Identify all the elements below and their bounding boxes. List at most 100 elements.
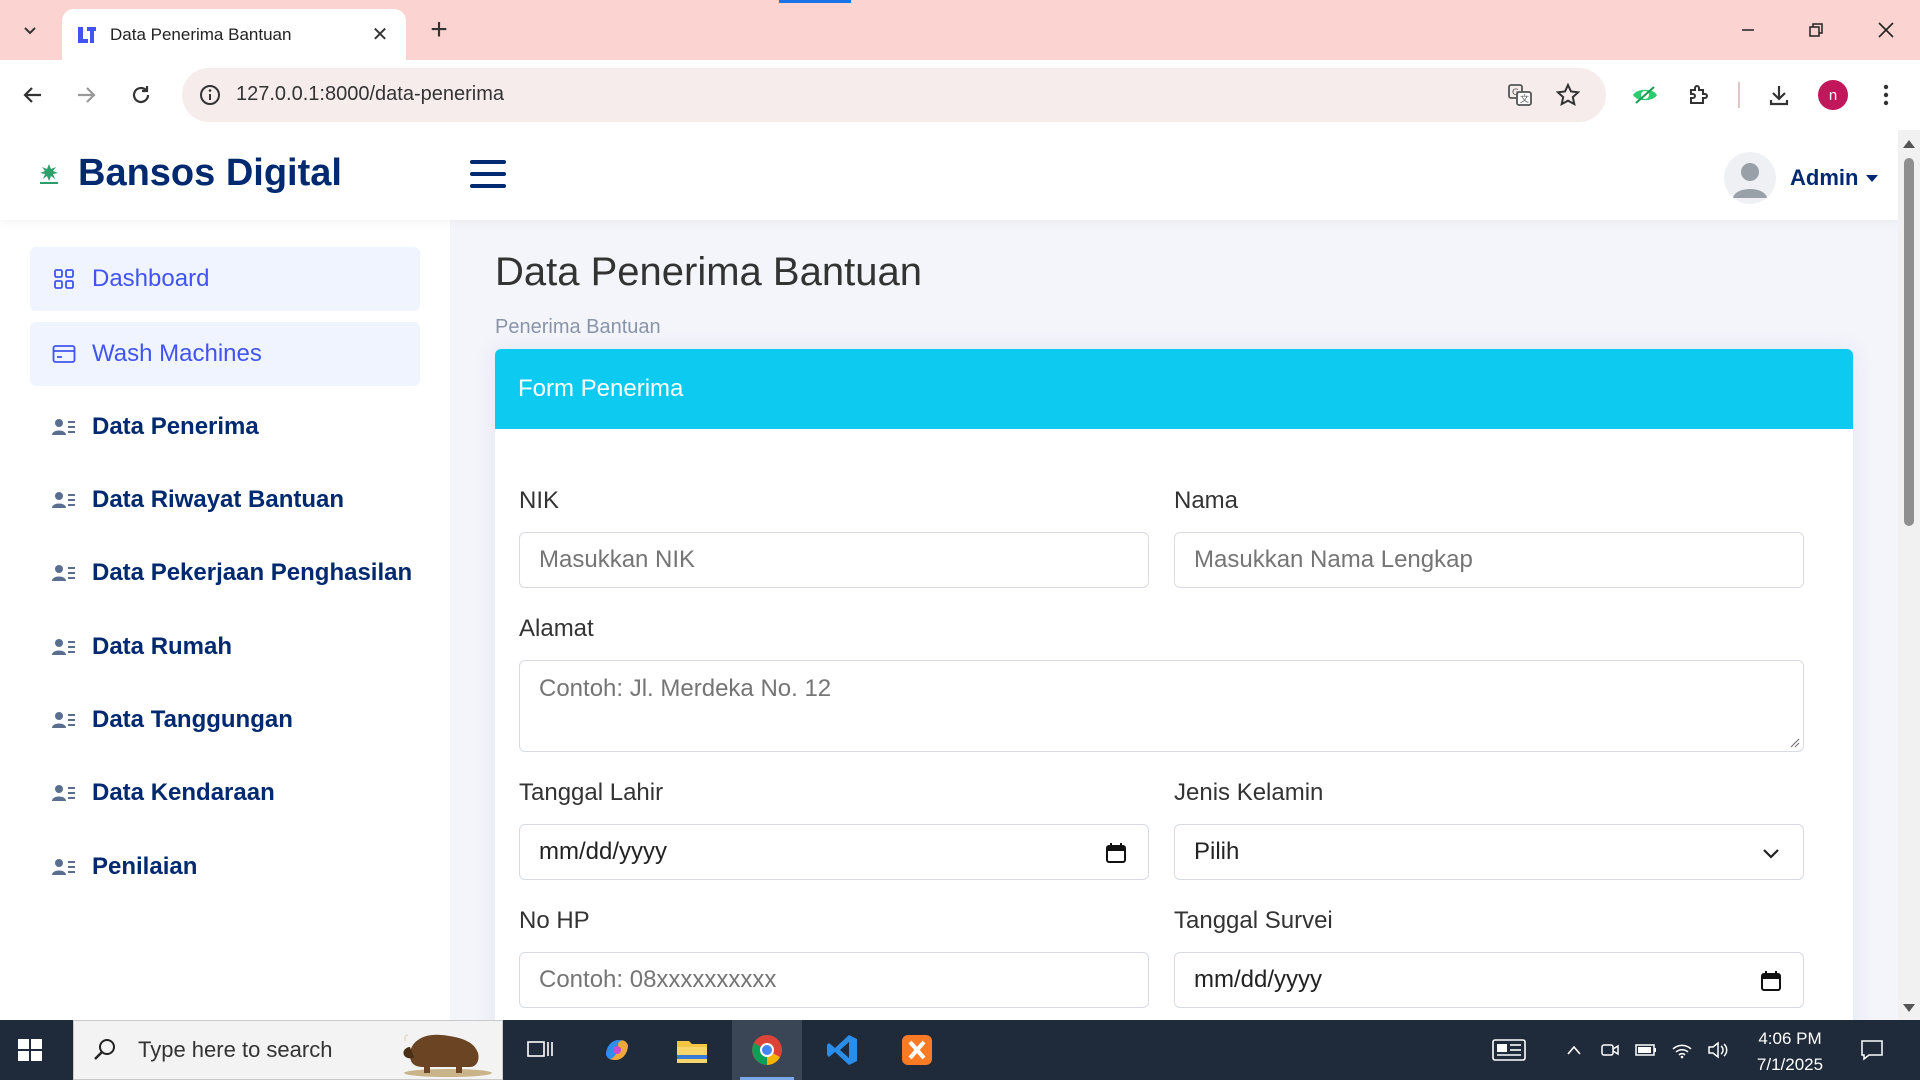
notification-icon[interactable]	[1852, 1020, 1892, 1080]
person-lines-icon	[52, 781, 76, 805]
tanggal-lahir-input[interactable]: mm/dd/yyyy	[519, 824, 1149, 880]
taskbar-clock[interactable]: 4:06 PM 7/1/2025	[1740, 1026, 1840, 1078]
brand[interactable]: Bansos Digital	[34, 152, 342, 195]
file-explorer-icon[interactable]	[657, 1020, 727, 1080]
windows-taskbar: Type here to search 4:06 PM 7/1/2025	[0, 1020, 1920, 1080]
sidebar-item-label: Data Rumah	[92, 633, 233, 660]
tanggal-survei-value: mm/dd/yyyy	[1194, 966, 1323, 993]
top-navbar: Bansos Digital Admin	[0, 130, 1898, 220]
loading-indicator	[779, 0, 851, 3]
sidebar-item-data-tanggungan[interactable]: Data Tanggungan	[30, 688, 420, 752]
sidebar-item-label: Penilaian	[92, 853, 198, 880]
alamat-placeholder: Contoh: Jl. Merdeka No. 12	[539, 675, 832, 702]
nama-placeholder: Masukkan Nama Lengkap	[1194, 546, 1473, 573]
sidebar-toggle-menu-icon[interactable]	[470, 160, 506, 190]
chevron-up-icon[interactable]	[1560, 1020, 1588, 1080]
menu-kebab-icon[interactable]	[1867, 76, 1905, 114]
sidebar: Dashboard Wash Machines Data Penerima Da…	[0, 220, 450, 1020]
tanggal-lahir-label: Tanggal Lahir	[519, 779, 664, 806]
nama-input[interactable]: Masukkan Nama Lengkap	[1174, 532, 1804, 588]
browser-tab[interactable]: Data Penerima Bantuan ✕	[62, 9, 406, 60]
sidebar-item-data-pekerjaan-penghasilan[interactable]: Data Pekerjaan Penghasilan	[30, 541, 420, 605]
clock-time: 4:06 PM	[1758, 1029, 1822, 1048]
bison-illustration-icon	[403, 1034, 492, 1077]
sidebar-item-label: Data Riwayat Bantuan	[92, 486, 345, 513]
minimize-icon	[1742, 29, 1754, 31]
arrow-right-icon	[78, 87, 96, 103]
profile-avatar[interactable]: n	[1818, 80, 1848, 110]
calendar-icon[interactable]	[1759, 969, 1783, 993]
tanggal-lahir-value: mm/dd/yyyy	[539, 838, 668, 865]
volume-icon[interactable]	[1704, 1020, 1732, 1080]
sidebar-item-penilaian[interactable]: Penilaian	[30, 835, 420, 899]
alamat-textarea[interactable]: Contoh: Jl. Merdeka No. 12	[519, 660, 1804, 752]
sidebar-item-data-penerima[interactable]: Data Penerima	[30, 395, 420, 459]
tanggal-survei-input[interactable]: mm/dd/yyyy	[1174, 952, 1804, 1008]
restore-icon	[1809, 23, 1823, 37]
battery-icon[interactable]	[1632, 1020, 1660, 1080]
svg-text:文: 文	[1520, 93, 1529, 105]
extensions-puzzle-icon[interactable]	[1680, 76, 1718, 114]
browser-tab-bar: Data Penerima Bantuan ✕ +	[0, 0, 1920, 60]
site-info-icon[interactable]	[196, 81, 224, 109]
breadcrumb[interactable]: Penerima Bantuan	[495, 316, 661, 339]
scroll-down-arrow-icon[interactable]	[1903, 1004, 1915, 1012]
forward-button[interactable]	[67, 76, 105, 114]
close-window-button[interactable]	[1862, 10, 1910, 50]
card-header: Form Penerima	[495, 349, 1853, 429]
meet-icon[interactable]	[1596, 1020, 1624, 1080]
person-lines-icon	[52, 708, 76, 732]
nik-input[interactable]: Masukkan NIK	[519, 532, 1149, 588]
copilot-icon[interactable]	[582, 1020, 652, 1080]
translate-icon[interactable]: G文	[1506, 81, 1534, 109]
vscode-icon[interactable]	[807, 1020, 877, 1080]
card-title: Form Penerima	[518, 375, 684, 402]
user-menu[interactable]: Admin	[1724, 152, 1879, 204]
tab-close-icon[interactable]: ✕	[368, 22, 392, 47]
tab-search-button[interactable]	[10, 11, 50, 49]
scrollbar-thumb[interactable]	[1904, 158, 1914, 526]
form-card: Form Penerima NIK Masukkan NIK Nama Masu…	[495, 349, 1853, 1020]
address-bar[interactable]: 127.0.0.1:8000/data-penerima G文	[182, 68, 1606, 122]
xampp-icon[interactable]	[882, 1020, 952, 1080]
windows-start-icon[interactable]	[14, 1034, 46, 1066]
reload-button[interactable]	[122, 76, 160, 114]
search-placeholder: Type here to search	[138, 1037, 333, 1062]
bookmark-star-icon[interactable]	[1554, 81, 1582, 109]
back-button[interactable]	[14, 76, 52, 114]
sidebar-item-data-riwayat-bantuan[interactable]: Data Riwayat Bantuan	[30, 468, 420, 532]
jenis-kelamin-select[interactable]: Pilih	[1174, 824, 1804, 880]
sidebar-item-label: Data Kendaraan	[92, 779, 275, 806]
chrome-taskbar-icon[interactable]	[732, 1020, 802, 1080]
sidebar-item-dashboard[interactable]: Dashboard	[30, 247, 420, 311]
task-view-icon[interactable]	[505, 1020, 575, 1080]
no-hp-label: No HP	[519, 907, 590, 934]
nik-placeholder: Masukkan NIK	[539, 546, 696, 573]
tanggal-survei-label: Tanggal Survei	[1174, 907, 1333, 934]
sidebar-item-wash-machines[interactable]: Wash Machines	[30, 322, 420, 386]
sidebar-item-data-kendaraan[interactable]: Data Kendaraan	[30, 761, 420, 825]
sidebar-item-label: Wash Machines	[92, 340, 262, 367]
web-page: Bansos Digital Admin Dashboard Wash Mach…	[0, 130, 1898, 1020]
person-lines-icon	[52, 561, 76, 585]
tab-title: Data Penerima Bantuan	[110, 24, 292, 44]
wifi-icon[interactable]	[1668, 1020, 1696, 1080]
sidebar-item-label: Dashboard	[92, 265, 210, 292]
chevron-down-icon	[24, 27, 36, 35]
resize-handle-icon[interactable]	[1788, 736, 1800, 748]
sidebar-item-data-rumah[interactable]: Data Rumah	[30, 615, 420, 679]
taskbar-search-box[interactable]: Type here to search	[73, 1020, 503, 1080]
download-icon[interactable]	[1760, 76, 1798, 114]
grid-icon	[52, 267, 76, 291]
minimize-button[interactable]	[1724, 10, 1772, 50]
calendar-icon[interactable]	[1104, 841, 1128, 865]
news-widget-icon[interactable]	[1486, 1020, 1532, 1080]
alamat-label: Alamat	[519, 615, 594, 642]
new-tab-button[interactable]: +	[424, 12, 454, 48]
page-scrollbar[interactable]	[1898, 130, 1920, 1020]
no-hp-input[interactable]: Contoh: 08xxxxxxxxxx	[519, 952, 1149, 1008]
extension-eye-icon[interactable]	[1626, 76, 1664, 114]
scroll-up-arrow-icon[interactable]	[1903, 140, 1915, 148]
restore-button[interactable]	[1792, 10, 1840, 50]
person-lines-icon	[52, 415, 76, 439]
